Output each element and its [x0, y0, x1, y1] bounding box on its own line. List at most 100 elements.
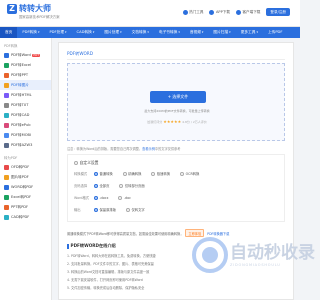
rating-row: 给我们评分 ★★★★★ 4.8分 / 2万人评价: [68, 119, 286, 124]
sidebar-item[interactable]: PDF转PPT: [0, 70, 51, 80]
sidebar-item[interactable]: Excel转PDF: [0, 192, 51, 202]
radio-icon[interactable]: [94, 195, 98, 200]
file-icon: [4, 102, 9, 108]
radio-icon[interactable]: [94, 207, 98, 212]
chevron-down-icon: ▾: [147, 30, 149, 34]
sidebar-list: PDF转Word HOT PDF转Excel PDF转PPT PDF转图片 PDF转HTM…: [0, 50, 51, 150]
hot-tools-link[interactable]: 热门工具: [182, 9, 203, 15]
settings-radio[interactable]: [74, 161, 78, 165]
radio-option[interactable]: 普通转换: [94, 171, 113, 176]
logo-icon[interactable]: Z: [7, 4, 17, 14]
login-button[interactable]: 登录/注册: [266, 8, 290, 16]
radio-icon[interactable]: [119, 183, 124, 188]
file-icon: [4, 142, 9, 148]
radio-icon[interactable]: [180, 171, 185, 176]
radio-icon[interactable]: [94, 171, 98, 176]
sidebar-item[interactable]: PDF转AZW3: [0, 140, 51, 150]
sidebar-item-label: PDF转AZW3: [11, 142, 33, 147]
file-icon: [4, 92, 9, 98]
upload-dropzone[interactable]: + 选择文件 最大支持200M的PDF文件转换，可批量上传转换 给我们评分 ★★…: [67, 63, 285, 141]
notice-link[interactable]: 查看示例: [142, 147, 155, 151]
radio-option[interactable]: 极速转换: [151, 171, 170, 176]
notice-suffix: 中的文字仅供参考: [154, 147, 181, 151]
sidebar-item-label: PDF转图片: [11, 82, 29, 87]
sidebar-item[interactable]: PDF转CAD: [0, 110, 51, 120]
sidebar-item[interactable]: PDF转TXT: [0, 100, 51, 110]
nav-label: 更多工具: [240, 30, 256, 34]
nav-more[interactable]: 更多工具▾: [236, 27, 263, 38]
settings-toggle[interactable]: 自定义设置: [74, 160, 98, 166]
sidebar-item[interactable]: PDF转Word HOT: [0, 50, 51, 60]
settings-row-label: 输出: [74, 208, 81, 212]
page-title: PDF转WORD: [67, 51, 93, 56]
nav-av[interactable]: 音视频▾: [185, 27, 209, 38]
app-download-link[interactable]: APP下载: [209, 9, 230, 15]
sidebar-item[interactable]: PDF转Excel: [0, 60, 51, 70]
nav-scan[interactable]: 图片扫描▾: [208, 27, 235, 38]
radio-icon[interactable]: [151, 171, 156, 176]
chevron-down-icon: ▾: [178, 30, 180, 34]
nav-upload[interactable]: 上传PDF: [263, 27, 288, 38]
logo-text[interactable]: 转转大师: [19, 3, 51, 14]
radio-option[interactable]: .doc: [118, 195, 131, 200]
intro-line: 5. 文件加密传输，转换完成后自动删除，保护隐私安全: [67, 286, 145, 290]
nav-cad[interactable]: CAD转换▾: [72, 27, 100, 38]
radio-option[interactable]: .docx: [94, 195, 108, 200]
radio-icon[interactable]: [94, 183, 98, 188]
radio-option[interactable]: 仅转部分页面: [119, 183, 145, 188]
radio-option[interactable]: 全部页: [94, 183, 109, 188]
rating-stars[interactable]: ★★★★★: [163, 119, 181, 124]
nav-ebook[interactable]: 电子书转换▾: [154, 27, 185, 38]
sidebar-group-title: PDF转换: [4, 44, 18, 48]
file-icon: [4, 174, 9, 180]
sidebar-item[interactable]: WORD转PDF: [0, 182, 51, 192]
radio-option[interactable]: OCR转换: [180, 171, 199, 176]
sidebar-item-label: OFD转PDF: [11, 164, 30, 169]
radio-icon[interactable]: [122, 171, 127, 176]
sidebar-item[interactable]: PDF转ePub: [0, 120, 51, 130]
radio-option[interactable]: 精确转换: [122, 171, 142, 176]
select-file-button[interactable]: + 选择文件: [150, 91, 206, 103]
sidebar-item-label: PDF转MOBI: [11, 132, 32, 137]
nav-image[interactable]: 图片处理▾: [99, 27, 126, 38]
intro-line: 4. 无需下载安装软件，打开网页即可使用PDF转Word: [67, 278, 143, 282]
file-icon: [4, 52, 9, 58]
file-icon: [4, 184, 9, 190]
radio-option[interactable]: 保留原排版: [94, 207, 116, 212]
sidebar-item-label: PDF转CAD: [11, 112, 30, 117]
nav-pdf-process[interactable]: PDF处理▾: [44, 27, 71, 38]
settings-row: 页码选择 全部页 仅转部分页面: [74, 183, 155, 188]
sidebar-item-label: CAD转PDF: [11, 214, 30, 219]
sidebar-item-label: Excel转PDF: [11, 194, 32, 199]
file-icon: [4, 214, 9, 220]
sidebar-item[interactable]: OFD转PDF: [0, 162, 51, 172]
sidebar-item-label: PDF转Excel: [11, 62, 32, 67]
notice-text: 注意：转换为Word后的排版，需要您自己再次调整，查看示例中的文字仅供参考: [67, 146, 180, 151]
sidebar-item[interactable]: PPT转PDF: [0, 202, 51, 212]
file-icon: [4, 132, 9, 138]
radio-option-label: 仅转文字: [131, 208, 145, 212]
sidebar-item[interactable]: PDF转HTML: [0, 90, 51, 100]
radio-option-label: 保留原排版: [99, 208, 116, 212]
upload-hint: 最大支持200M的PDF文件转换，可批量上传转换: [144, 109, 210, 113]
client-download-link[interactable]: 客户端下载: [235, 9, 260, 15]
intro-title-text: PDF转WORD在线介绍: [70, 243, 116, 248]
sidebar-item-label: 图片转PDF: [11, 174, 29, 179]
radio-icon[interactable]: [118, 195, 123, 200]
sidebar-item[interactable]: PDF转图片: [0, 80, 51, 90]
radio-option-label: 精确转换: [128, 172, 142, 176]
sidebar-item[interactable]: CAD转PDF: [0, 212, 51, 222]
radio-option-label: 仅转部分页面: [124, 184, 145, 188]
sidebar-item[interactable]: PDF转MOBI: [0, 130, 51, 140]
nav-label: 文档转换: [131, 30, 147, 34]
nav-pdf-convert[interactable]: PDF转换▾: [17, 27, 44, 38]
sidebar-item[interactable]: 图片转PDF: [0, 172, 51, 182]
nav-home[interactable]: 首页: [0, 27, 18, 38]
chevron-down-icon: ▾: [37, 30, 40, 34]
nav-doc[interactable]: 文档转换▾: [127, 27, 154, 38]
radio-icon[interactable]: [125, 207, 130, 212]
settings-title: 自定义设置: [79, 160, 99, 165]
watermark-logo-svg: [192, 237, 228, 273]
radio-option-label: 全部页: [99, 184, 110, 188]
radio-option[interactable]: 仅转文字: [125, 207, 145, 212]
